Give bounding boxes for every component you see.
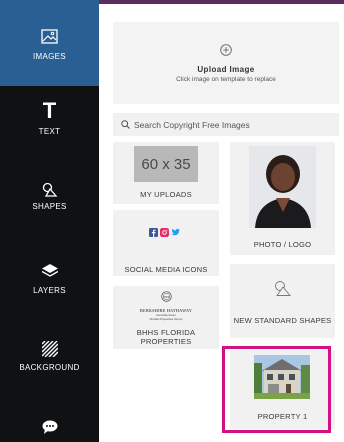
plus-circle-icon xyxy=(220,43,232,61)
svg-text:BH: BH xyxy=(164,295,169,299)
sidebar: IMAGES T TEXT SHAPES LAYERS BACKGROUND xyxy=(0,0,99,442)
background-icon xyxy=(41,341,58,357)
instagram-icon xyxy=(160,224,169,242)
upload-subtitle: Click image on template to replace xyxy=(176,76,276,83)
upload-placeholder-thumb: 60 x 35 xyxy=(134,146,198,182)
upload-title: Upload Image xyxy=(197,65,255,74)
tile-label: BHHS FLORIDA PROPERTIES xyxy=(136,328,196,347)
bhhs-seal-icon: BH xyxy=(160,289,172,307)
social-icons-row xyxy=(149,224,180,242)
upload-image-dropzone[interactable]: Upload Image Click image on template to … xyxy=(113,22,339,104)
text-icon: T xyxy=(42,98,57,123)
facebook-icon xyxy=(149,224,158,242)
sidebar-item-text[interactable]: T TEXT xyxy=(0,100,99,150)
search-placeholder: Search Copyright Free Images xyxy=(134,119,250,130)
sidebar-item-shapes[interactable]: SHAPES xyxy=(0,182,99,227)
image-icon xyxy=(41,29,58,44)
search-icon xyxy=(121,116,130,134)
sidebar-item-layers[interactable]: LAYERS xyxy=(0,264,99,309)
bhhs-logo: BH BERKSHIRE HATHAWAY HomeServices Flori… xyxy=(113,289,219,321)
sidebar-item-chat[interactable] xyxy=(0,420,99,440)
layers-icon xyxy=(41,264,58,277)
my-uploads-tile[interactable]: 60 x 35 MY UPLOADS xyxy=(113,142,219,204)
sidebar-item-label: IMAGES xyxy=(33,52,66,61)
tile-label: MY UPLOADS xyxy=(140,190,192,199)
portrait-photo xyxy=(249,146,316,228)
image-search-field[interactable]: Search Copyright Free Images xyxy=(113,113,339,136)
tile-label: SOCIAL MEDIA ICONS xyxy=(124,265,208,274)
bhhs-florida-properties-tile[interactable]: BH BERKSHIRE HATHAWAY HomeServices Flori… xyxy=(113,286,219,349)
new-standard-shapes-tile[interactable]: NEW STANDARD SHAPES xyxy=(230,264,335,338)
sidebar-item-background[interactable]: BACKGROUND xyxy=(0,341,99,386)
selected-tile-highlight xyxy=(222,346,331,433)
bhhs-logo-line3: Florida Properties Group xyxy=(149,317,183,321)
sidebar-item-images[interactable]: IMAGES xyxy=(0,0,99,86)
twitter-icon xyxy=(171,224,180,242)
sidebar-item-label: BACKGROUND xyxy=(19,363,80,372)
photo-logo-tile[interactable]: PHOTO / LOGO xyxy=(230,142,335,255)
tile-label: NEW STANDARD SHAPES xyxy=(233,316,332,325)
chat-icon xyxy=(42,420,58,434)
sidebar-item-label: TEXT xyxy=(38,127,61,136)
sidebar-item-label: SHAPES xyxy=(32,202,67,211)
sidebar-item-label: LAYERS xyxy=(33,286,66,295)
social-media-icons-tile[interactable]: SOCIAL MEDIA ICONS xyxy=(113,210,219,276)
top-accent-bar xyxy=(99,0,344,4)
shapes-icon xyxy=(42,182,58,198)
shapes-icon xyxy=(274,280,291,302)
tile-label: PHOTO / LOGO xyxy=(253,240,312,249)
